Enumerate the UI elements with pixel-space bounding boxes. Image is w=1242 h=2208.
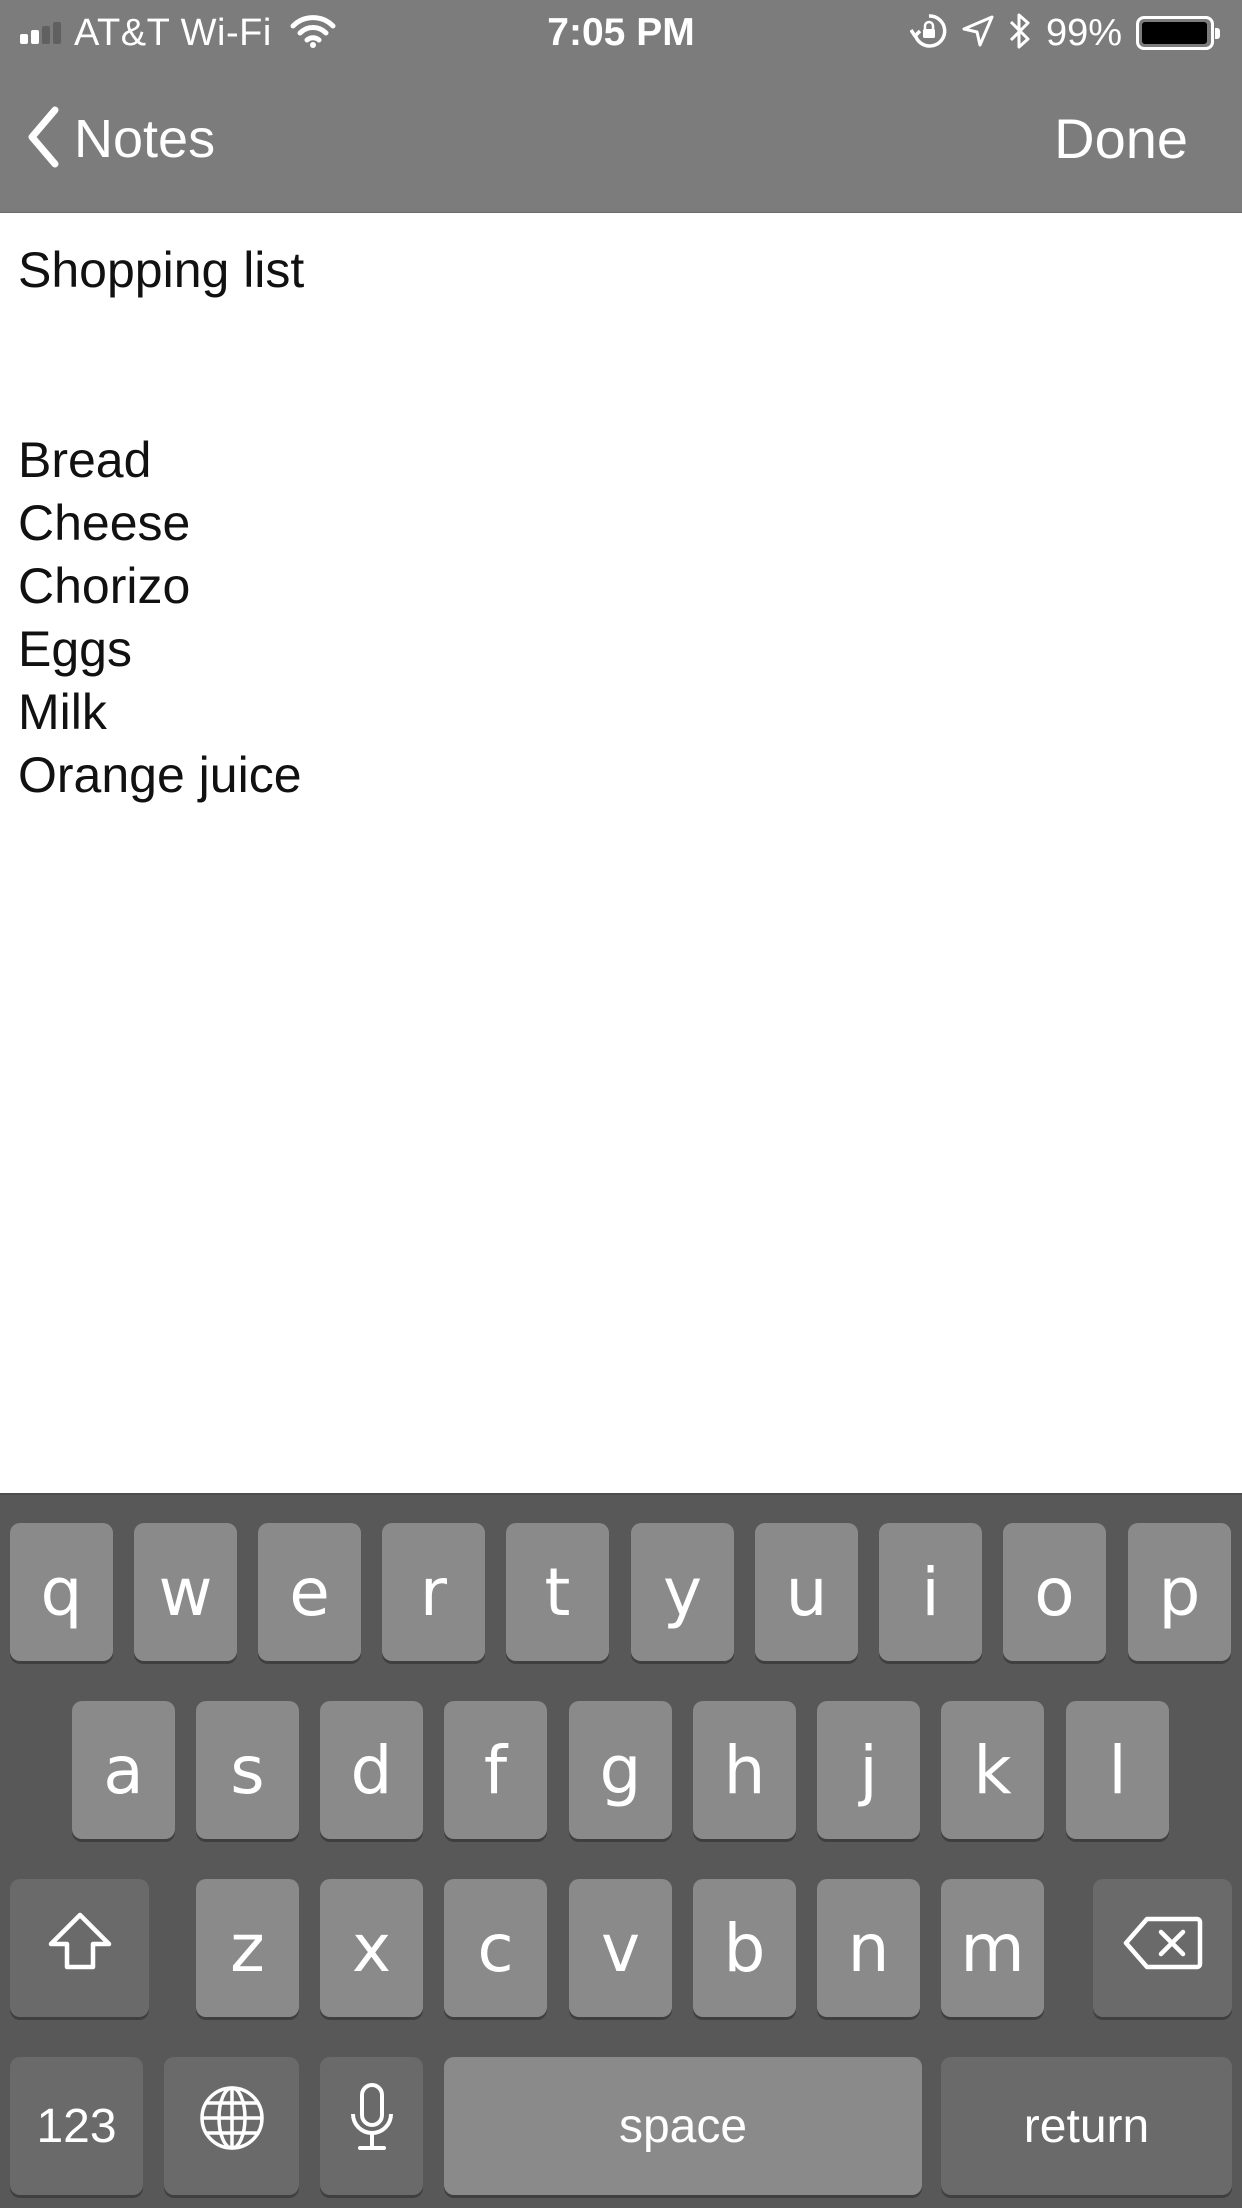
key-l[interactable]: l	[1066, 1701, 1169, 1839]
back-button[interactable]: Notes	[26, 104, 215, 174]
status-left: AT&T Wi-Fi	[20, 0, 336, 66]
key-j[interactable]: j	[817, 1701, 920, 1839]
numbers-key[interactable]: 123	[10, 2057, 143, 2195]
list-item[interactable]: Chorizo	[18, 555, 302, 618]
note-title[interactable]: Shopping list	[18, 239, 304, 302]
backspace-icon	[1123, 1910, 1203, 1987]
key-r[interactable]: r	[382, 1523, 485, 1661]
key-a[interactable]: a	[72, 1701, 175, 1839]
key-v[interactable]: v	[569, 1879, 672, 2017]
list-item[interactable]: Bread	[18, 429, 302, 492]
status-bar: AT&T Wi-Fi 7:05 PM 99%	[0, 0, 1242, 66]
microphone-icon	[348, 2082, 396, 2170]
key-h[interactable]: h	[693, 1701, 796, 1839]
key-g[interactable]: g	[569, 1701, 672, 1839]
nav-bar: Notes Done	[0, 66, 1242, 213]
key-o[interactable]: o	[1003, 1523, 1106, 1661]
orientation-lock-icon	[909, 12, 948, 55]
key-q[interactable]: q	[10, 1523, 113, 1661]
shift-icon	[45, 1910, 115, 1987]
key-n[interactable]: n	[817, 1879, 920, 2017]
back-label: Notes	[74, 109, 216, 169]
space-key[interactable]: space	[444, 2057, 922, 2195]
backspace-key[interactable]	[1093, 1879, 1232, 2017]
list-item[interactable]: Eggs	[18, 618, 302, 681]
microphone-key[interactable]	[320, 2057, 423, 2195]
key-e[interactable]: e	[258, 1523, 361, 1661]
carrier-label: AT&T Wi-Fi	[74, 11, 272, 54]
key-w[interactable]: w	[134, 1523, 237, 1661]
key-y[interactable]: y	[631, 1523, 734, 1661]
key-s[interactable]: s	[196, 1701, 299, 1839]
key-f[interactable]: f	[444, 1701, 547, 1839]
battery-percent: 99%	[1045, 11, 1122, 54]
return-key[interactable]: return	[941, 2057, 1232, 2195]
key-b[interactable]: b	[693, 1879, 796, 2017]
list-item[interactable]: Orange juice	[18, 744, 302, 807]
battery-icon	[1136, 16, 1220, 50]
key-x[interactable]: x	[320, 1879, 423, 2017]
note-items: Bread Cheese Chorizo Eggs Milk Orange ju…	[18, 429, 302, 807]
note-editor[interactable]: Shopping list Bread Cheese Chorizo Eggs …	[0, 213, 1242, 1493]
signal-icon	[20, 22, 64, 44]
keyboard: q w e r t y u i o p a s d f g h j k l z …	[0, 1493, 1242, 2208]
bluetooth-icon	[1008, 12, 1032, 55]
list-item[interactable]: Milk	[18, 681, 302, 744]
list-item[interactable]: Cheese	[18, 492, 302, 555]
key-t[interactable]: t	[506, 1523, 609, 1661]
globe-icon	[198, 2084, 266, 2168]
key-i[interactable]: i	[879, 1523, 982, 1661]
wifi-icon	[290, 14, 336, 53]
shift-key[interactable]	[10, 1879, 149, 2017]
status-right: 99%	[896, 0, 1222, 66]
key-d[interactable]: d	[320, 1701, 423, 1839]
location-arrow-icon	[962, 15, 994, 52]
key-k[interactable]: k	[941, 1701, 1044, 1839]
key-c[interactable]: c	[444, 1879, 547, 2017]
globe-key[interactable]	[164, 2057, 299, 2195]
chevron-left-icon	[26, 106, 60, 173]
battery-level	[1142, 22, 1208, 44]
done-button[interactable]: Done	[1054, 104, 1188, 174]
key-u[interactable]: u	[755, 1523, 858, 1661]
key-m[interactable]: m	[941, 1879, 1044, 2017]
key-p[interactable]: p	[1128, 1523, 1231, 1661]
key-z[interactable]: z	[196, 1879, 299, 2017]
